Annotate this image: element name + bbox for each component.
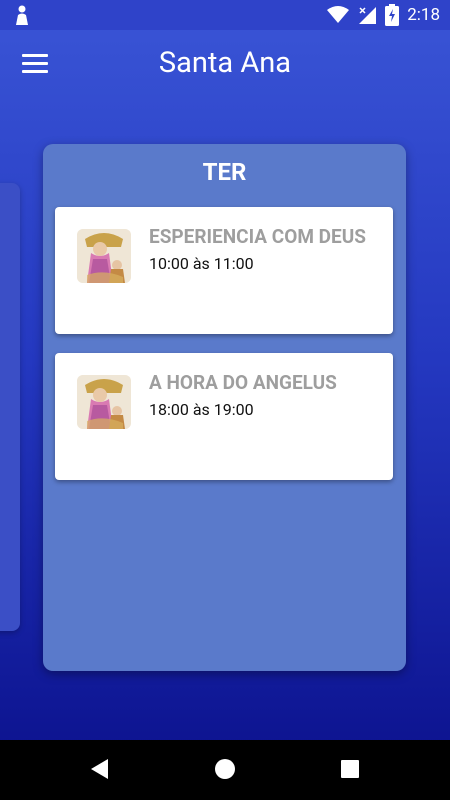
back-icon[interactable] [90, 758, 110, 780]
event-time: 10:00 às 11:00 [149, 254, 254, 273]
event-card[interactable]: A HORA DO ANGELUS 18:00 às 19:00 [55, 353, 393, 480]
event-card[interactable]: ESPERIENCIA COM DEUS 10:00 às 11:00 [55, 207, 393, 334]
status-bar: 2:18 [0, 0, 450, 30]
event-title: ESPERIENCIA COM DEUS [149, 225, 366, 248]
saint-image [77, 229, 131, 283]
event-time: 18:00 às 19:00 [149, 400, 254, 419]
day-schedule-card: TER ESPERIENCIA COM DEUS 10:00 às 11:00 [43, 144, 406, 671]
home-icon[interactable] [214, 758, 236, 780]
recents-icon[interactable] [340, 759, 360, 779]
page-title: Santa Ana [158, 46, 292, 80]
notification-icon [16, 5, 28, 25]
app-bar: Santa Ana [0, 30, 450, 104]
clock-time: 2:18 [407, 5, 440, 25]
signal-icon [359, 7, 377, 24]
wifi-icon [327, 6, 350, 23]
saint-image [77, 375, 131, 429]
navigation-bar [0, 740, 450, 800]
event-title: A HORA DO ANGELUS [149, 371, 337, 394]
previous-day-card[interactable] [0, 183, 20, 631]
day-label: TER [202, 158, 247, 186]
battery-charging-icon [385, 4, 400, 26]
